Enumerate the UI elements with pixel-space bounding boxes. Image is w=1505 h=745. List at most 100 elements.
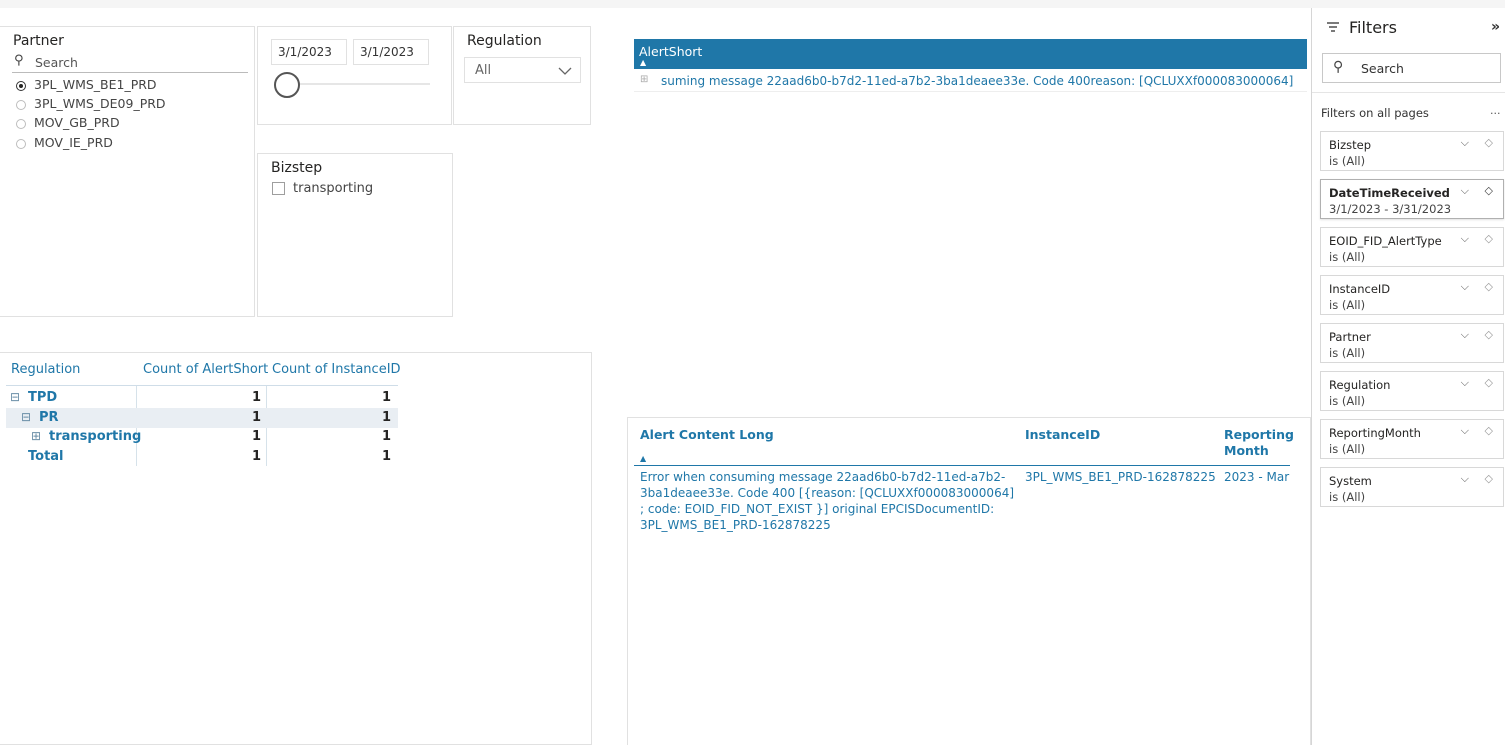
regulation-slicer-title: Regulation: [467, 33, 542, 49]
matrix-cell: 1: [381, 449, 391, 464]
chevron-down-icon[interactable]: ⌵: [1461, 136, 1469, 150]
alert-short-cell: suming message 22aad6b0-b7d2-11ed-a7b2-3…: [661, 74, 1294, 88]
partner-slicer-title: Partner: [13, 33, 64, 49]
start-date-input[interactable]: 3/1/2023: [271, 39, 347, 65]
filter-card-name: DateTimeReceived: [1329, 186, 1450, 200]
matrix-cell: 1: [381, 410, 391, 425]
chevron-down-icon[interactable]: ⌵: [1461, 184, 1469, 198]
search-icon: ⚲: [14, 53, 24, 68]
filters-section-label: Filters on all pages: [1321, 106, 1429, 120]
matrix-row-pr[interactable]: ⊟ PR 1 1: [6, 408, 398, 428]
alert-short-header-label: AlertShort: [639, 44, 703, 59]
regulation-dropdown-value: All: [475, 63, 492, 78]
clear-filter-icon[interactable]: ◇: [1485, 232, 1493, 245]
filter-card-reportingmonth[interactable]: ReportingMonth is (All) ⌵ ◇: [1320, 419, 1504, 459]
filter-card-eoid-fid-alerttype[interactable]: EOID_FID_AlertType is (All) ⌵ ◇: [1320, 227, 1504, 267]
chevron-down-icon[interactable]: ⌵: [1461, 424, 1469, 438]
filter-card-value: is (All): [1329, 154, 1366, 168]
matrix-row-label: Total: [28, 449, 64, 464]
filters-pane-title: Filters: [1349, 18, 1397, 37]
date-slicer: 3/1/2023 3/1/2023: [257, 26, 452, 125]
clear-filter-icon[interactable]: ◇: [1485, 424, 1493, 437]
regulation-dropdown[interactable]: All: [464, 57, 581, 83]
filter-card-instanceid[interactable]: InstanceID is (All) ⌵ ◇: [1320, 275, 1504, 315]
date-slider-handle[interactable]: [274, 72, 300, 98]
table-row[interactable]: Error when consuming message 22aad6b0-b7…: [634, 469, 1290, 539]
radio-icon: [16, 138, 26, 149]
filter-card-name: Regulation: [1329, 378, 1391, 392]
filters-search-box[interactable]: ⚲ Search: [1322, 53, 1501, 83]
checkbox-icon: [272, 182, 285, 195]
partner-item[interactable]: MOV_GB_PRD: [16, 115, 120, 130]
filter-card-name: Bizstep: [1329, 138, 1371, 152]
radio-icon: [16, 118, 26, 129]
filter-card-datetimereceived[interactable]: DateTimeReceived 3/1/2023 - 3/31/2023 ⌵ …: [1320, 179, 1504, 219]
filter-card-value: is (All): [1329, 346, 1366, 360]
alert-short-header[interactable]: AlertShort ▲: [634, 39, 1307, 69]
expand-collapse-icon[interactable]: ⊟: [10, 390, 20, 404]
alert-detail-table: Alert Content Long ▲ InstanceID Reportin…: [627, 417, 1311, 745]
chevron-down-icon: [558, 67, 572, 75]
filter-card-partner[interactable]: Partner is (All) ⌵ ◇: [1320, 323, 1504, 363]
partner-item[interactable]: 3PL_WMS_BE1_PRD: [16, 77, 157, 92]
chevron-down-icon[interactable]: ⌵: [1461, 328, 1469, 342]
expand-collapse-icon[interactable]: ⊟: [21, 410, 31, 424]
top-bar: [0, 0, 1505, 8]
alert-short-row[interactable]: ⊞ suming message 22aad6b0-b7d2-11ed-a7b2…: [634, 70, 1307, 92]
end-date-input[interactable]: 3/1/2023: [353, 39, 429, 65]
sort-ascending-icon: ▲: [640, 58, 647, 67]
filter-card-regulation[interactable]: Regulation is (All) ⌵ ◇: [1320, 371, 1504, 411]
chevron-down-icon[interactable]: ⌵: [1461, 472, 1469, 486]
matrix-row-label: transporting: [49, 429, 142, 444]
clear-filter-icon[interactable]: ◇: [1485, 184, 1493, 197]
filter-card-bizstep[interactable]: Bizstep is (All) ⌵ ◇: [1320, 131, 1504, 171]
regulation-slicer: Regulation All: [453, 26, 591, 125]
expand-collapse-icon[interactable]: ⊞: [31, 429, 41, 443]
collapse-pane-icon[interactable]: »: [1491, 19, 1500, 35]
matrix-header-count-instanceid[interactable]: Count of InstanceID: [272, 362, 401, 377]
radio-icon: [16, 99, 26, 110]
table-header-divider: [634, 465, 1290, 466]
filter-card-system[interactable]: System is (All) ⌵ ◇: [1320, 467, 1504, 507]
partner-search-placeholder: Search: [35, 55, 78, 70]
chevron-down-icon[interactable]: ⌵: [1461, 376, 1469, 390]
table-cell-reporting-month: 2023 - Mar: [1224, 470, 1290, 484]
matrix-row-tpd[interactable]: ⊟ TPD 1 1: [6, 388, 398, 408]
matrix-row-label: TPD: [28, 390, 58, 405]
matrix-header-regulation[interactable]: Regulation: [11, 362, 80, 377]
bizstep-item[interactable]: transporting: [272, 181, 373, 196]
table-cell-instanceid: 3PL_WMS_BE1_PRD-162878225: [1025, 470, 1216, 484]
matrix-row-total: Total 1 1: [6, 447, 398, 467]
table-header-alert-content[interactable]: Alert Content Long: [640, 427, 774, 443]
clear-filter-icon[interactable]: ◇: [1485, 328, 1493, 341]
bizstep-slicer-title: Bizstep: [271, 160, 323, 176]
partner-item[interactable]: 3PL_WMS_DE09_PRD: [16, 96, 166, 111]
expand-icon[interactable]: ⊞: [640, 74, 648, 85]
clear-filter-icon[interactable]: ◇: [1485, 280, 1493, 293]
date-slider-track[interactable]: [288, 83, 430, 85]
partner-search-box[interactable]: ⚲ Search: [12, 53, 248, 73]
table-header-reporting-month[interactable]: Reporting Month: [1224, 427, 1294, 459]
matrix-cell: 1: [381, 390, 391, 405]
filter-card-value: 3/1/2023 - 3/31/2023: [1329, 202, 1452, 216]
chevron-down-icon[interactable]: ⌵: [1461, 280, 1469, 294]
filter-card-name: ReportingMonth: [1329, 426, 1421, 440]
chevron-down-icon[interactable]: ⌵: [1461, 232, 1469, 246]
alert-short-visual: AlertShort ▲ ⊞ suming message 22aad6b0-b…: [628, 26, 1310, 384]
matrix-cell: 1: [251, 390, 261, 405]
clear-filter-icon[interactable]: ◇: [1485, 136, 1493, 149]
matrix-cell: 1: [251, 410, 261, 425]
filter-card-name: System: [1329, 474, 1372, 488]
clear-filter-icon[interactable]: ◇: [1485, 472, 1493, 485]
more-options-icon[interactable]: ...: [1490, 104, 1501, 117]
partner-item[interactable]: MOV_IE_PRD: [16, 135, 113, 150]
filter-card-name: Partner: [1329, 330, 1371, 344]
matrix-row-label: PR: [39, 410, 59, 425]
matrix-row-transporting[interactable]: ⊞ transporting 1 1: [6, 427, 398, 447]
clear-filter-icon[interactable]: ◇: [1485, 376, 1493, 389]
matrix-cell: 1: [251, 429, 261, 444]
table-header-instanceid[interactable]: InstanceID: [1025, 427, 1100, 443]
sort-ascending-icon: ▲: [640, 454, 647, 463]
filters-search-placeholder: Search: [1361, 61, 1404, 76]
matrix-header-count-alertshort[interactable]: Count of AlertShort: [143, 362, 268, 377]
